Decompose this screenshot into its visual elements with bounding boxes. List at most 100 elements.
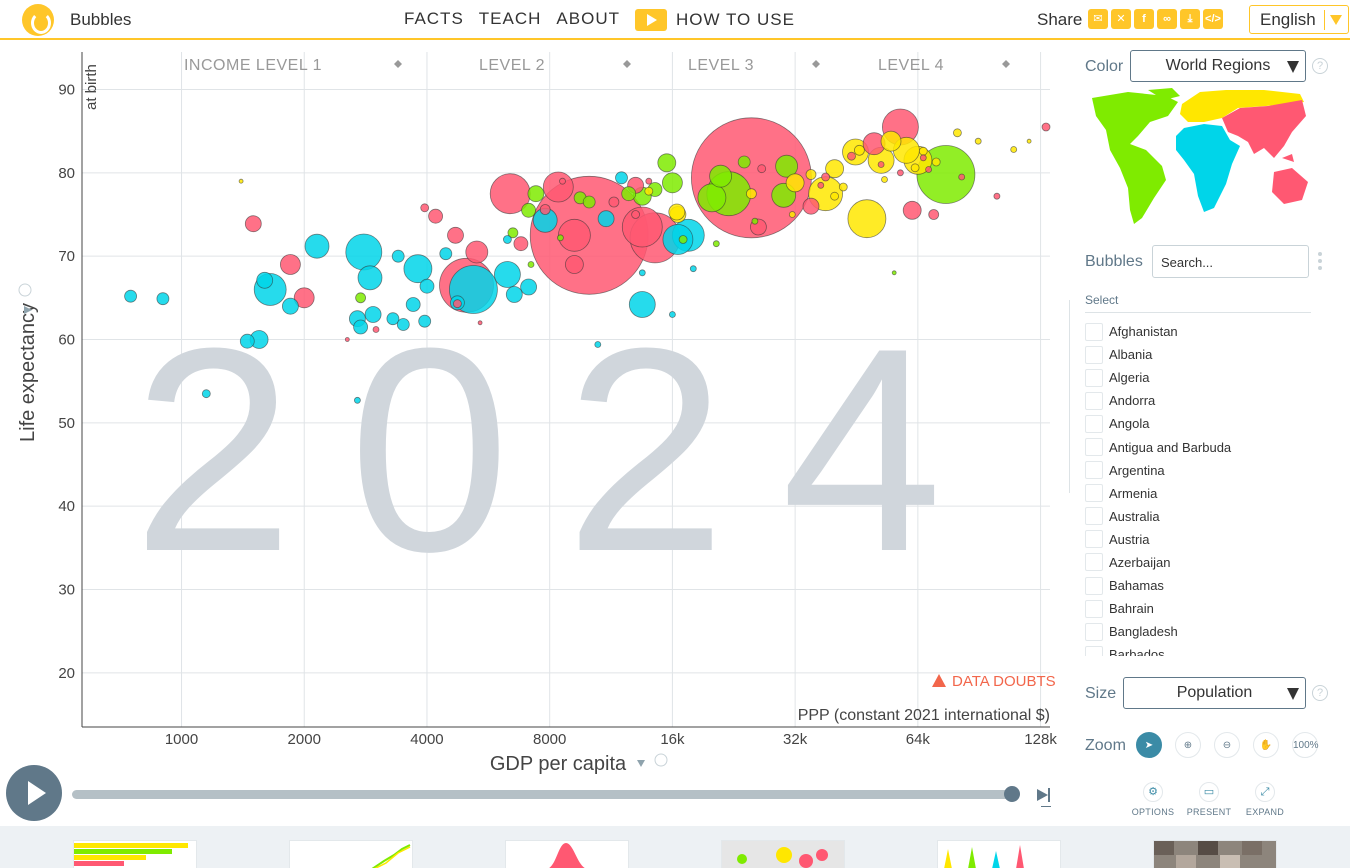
bubble-europe[interactable] — [880, 130, 902, 152]
list-item[interactable]: Albania — [1085, 343, 1315, 366]
bubble-africa[interactable] — [615, 171, 628, 185]
bubble-europe[interactable] — [644, 186, 654, 196]
bubble-asia[interactable] — [631, 210, 640, 219]
checkbox[interactable] — [1085, 345, 1103, 364]
nav-facts[interactable]: FACTS — [404, 9, 464, 31]
checkbox[interactable] — [1085, 484, 1103, 503]
bubble-africa[interactable] — [345, 233, 383, 271]
map-americas[interactable] — [1092, 88, 1180, 224]
bubble-europe[interactable] — [1010, 146, 1018, 153]
list-item[interactable]: Antigua and Barbuda — [1085, 435, 1315, 458]
bubble-asia[interactable] — [877, 161, 885, 168]
bubble-europe[interactable] — [918, 146, 928, 156]
checkbox[interactable] — [1085, 438, 1103, 457]
bubble-africa[interactable] — [405, 297, 421, 312]
play-button[interactable] — [6, 765, 62, 821]
zoom-reset-button[interactable]: 100% — [1292, 732, 1319, 758]
checkbox[interactable] — [1085, 599, 1103, 618]
bubble-europe[interactable] — [830, 191, 839, 201]
bubble-americas[interactable] — [582, 195, 596, 209]
time-slider-handle[interactable] — [1004, 786, 1020, 802]
thumb-line-chart[interactable] — [289, 840, 413, 868]
bubble-africa[interactable] — [689, 265, 697, 273]
list-item[interactable]: Angola — [1085, 412, 1315, 435]
bubble-africa[interactable] — [391, 249, 405, 263]
more-options-icon[interactable] — [1318, 252, 1322, 270]
list-item[interactable]: Bahamas — [1085, 574, 1315, 597]
bubble-asia[interactable] — [919, 154, 927, 162]
language-select[interactable]: English — [1249, 5, 1349, 34]
bubble-africa[interactable] — [201, 389, 211, 399]
bubble-africa[interactable] — [281, 297, 299, 315]
bubble-asia[interactable] — [447, 226, 464, 244]
y-axis-help-icon[interactable] — [18, 283, 32, 297]
bubble-europe[interactable] — [910, 163, 920, 173]
bubble-asia[interactable] — [344, 337, 350, 342]
bubble-asia[interactable] — [565, 255, 584, 274]
bubble-africa[interactable] — [256, 271, 274, 289]
bubble-africa[interactable] — [304, 233, 330, 259]
bubble-asia[interactable] — [1041, 122, 1051, 132]
bubble-europe[interactable] — [847, 199, 887, 239]
bubble-africa[interactable] — [439, 247, 453, 261]
bubble-americas[interactable] — [697, 183, 727, 213]
options-button[interactable]: ⚙ OPTIONS — [1130, 782, 1176, 817]
bubbles-search-input[interactable]: Search... — [1152, 245, 1309, 278]
bubble-asia[interactable] — [372, 326, 380, 333]
bubble-asia[interactable] — [465, 240, 489, 264]
bubble-africa[interactable] — [505, 286, 523, 303]
list-item[interactable]: Bahrain — [1085, 597, 1315, 620]
bubble-africa[interactable] — [124, 289, 138, 303]
bubble-asia[interactable] — [897, 169, 904, 177]
thumb-ranks-chart[interactable] — [73, 840, 197, 868]
bubble-europe[interactable] — [931, 157, 941, 167]
bubble-americas[interactable] — [557, 234, 564, 242]
checkbox[interactable] — [1085, 414, 1103, 433]
expand-button[interactable]: ⤢ EXPAND — [1242, 782, 1288, 817]
bubble-europe[interactable] — [838, 182, 848, 192]
checkbox[interactable] — [1085, 391, 1103, 410]
bubble-europe[interactable] — [668, 203, 686, 221]
list-item[interactable]: Armenia — [1085, 482, 1315, 505]
thumb-photos[interactable] — [1153, 840, 1277, 868]
twitter-icon[interactable]: ✕ — [1111, 9, 1131, 29]
data-doubts-link[interactable]: DATA DOUBTS — [932, 673, 1056, 690]
bubble-africa[interactable] — [594, 341, 602, 348]
bubble-asia[interactable] — [958, 173, 966, 181]
thumb-age-chart[interactable] — [937, 840, 1061, 868]
bubble-africa[interactable] — [628, 291, 656, 318]
size-help-icon[interactable]: ? — [1312, 685, 1328, 701]
bubble-asia[interactable] — [817, 181, 825, 189]
gapminder-logo[interactable] — [22, 4, 54, 36]
bubble-africa[interactable] — [502, 235, 512, 244]
x-axis-title[interactable]: GDP per capita — [490, 753, 668, 775]
bubble-americas[interactable] — [737, 155, 751, 169]
checkbox[interactable] — [1085, 507, 1103, 526]
color-select[interactable]: World Regions — [1130, 50, 1306, 82]
bubble-africa[interactable] — [493, 261, 521, 288]
bubble-americas[interactable] — [662, 172, 683, 194]
bubble-asia[interactable] — [279, 254, 301, 275]
thumb-mountain-chart[interactable] — [505, 840, 629, 868]
bubble-europe[interactable] — [746, 188, 757, 200]
checkbox[interactable] — [1085, 530, 1103, 549]
bubble-africa[interactable] — [419, 278, 435, 294]
list-item[interactable]: Bangladesh — [1085, 620, 1315, 643]
bubble-europe[interactable] — [238, 178, 244, 184]
world-regions-map[interactable] — [1088, 88, 1314, 228]
bubble-asia[interactable] — [821, 172, 830, 182]
bubble-asia[interactable] — [539, 204, 551, 215]
bubble-asia[interactable] — [621, 206, 663, 248]
bubble-europe[interactable] — [974, 137, 982, 145]
checkbox[interactable] — [1085, 461, 1103, 480]
bubble-americas[interactable] — [678, 235, 688, 244]
bubble-americas[interactable] — [709, 164, 732, 188]
checkbox[interactable] — [1085, 553, 1103, 572]
bubble-asia[interactable] — [925, 166, 932, 173]
bubble-americas[interactable] — [355, 292, 367, 304]
bubble-asia[interactable] — [420, 203, 430, 213]
thumb-map-chart[interactable] — [721, 840, 845, 868]
zoom-out-icon[interactable]: ⊖ — [1214, 732, 1240, 758]
bubble-asia[interactable] — [477, 320, 483, 326]
bubble-americas[interactable] — [521, 202, 536, 218]
